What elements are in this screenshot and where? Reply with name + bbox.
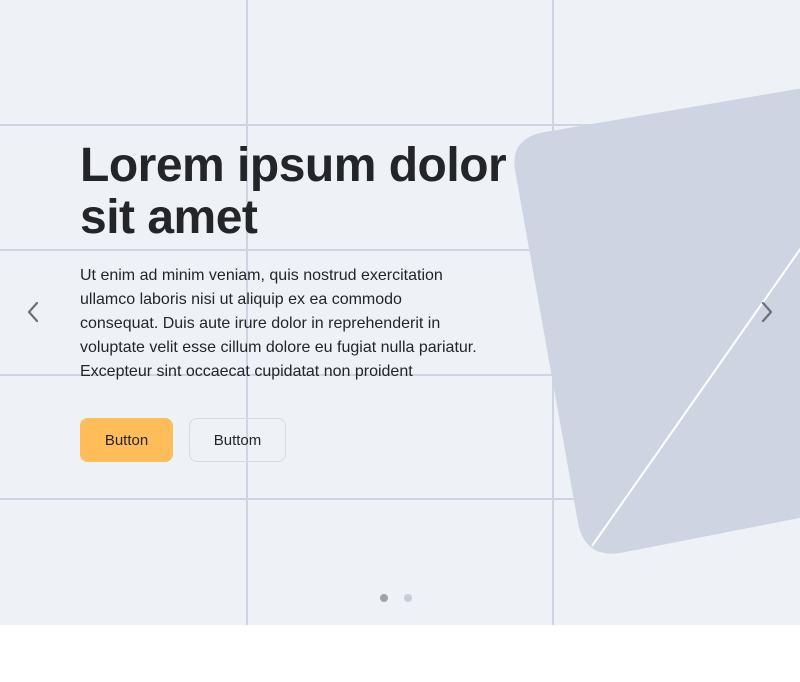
- chevron-right-icon: [761, 301, 773, 323]
- secondary-button[interactable]: Buttom: [189, 418, 286, 462]
- chevron-left-icon: [27, 301, 39, 323]
- hero-title: Lorem ipsum dolor sit amet: [80, 139, 507, 244]
- hero-carousel: Lorem ipsum dolor sit amet Ut enim ad mi…: [0, 0, 800, 625]
- carousel-dot-1[interactable]: [380, 594, 388, 602]
- carousel-next-button[interactable]: [751, 296, 783, 328]
- hero-content: Lorem ipsum dolor sit amet Ut enim ad mi…: [80, 140, 510, 462]
- hero-buttons: Button Buttom: [80, 418, 510, 462]
- hero-body: Ut enim ad minim veniam, quis nostrud ex…: [80, 267, 477, 380]
- carousel-prev-button[interactable]: [17, 296, 49, 328]
- carousel-dot-2[interactable]: [404, 594, 412, 602]
- carousel-pagination: [380, 594, 412, 602]
- primary-button[interactable]: Button: [80, 418, 173, 462]
